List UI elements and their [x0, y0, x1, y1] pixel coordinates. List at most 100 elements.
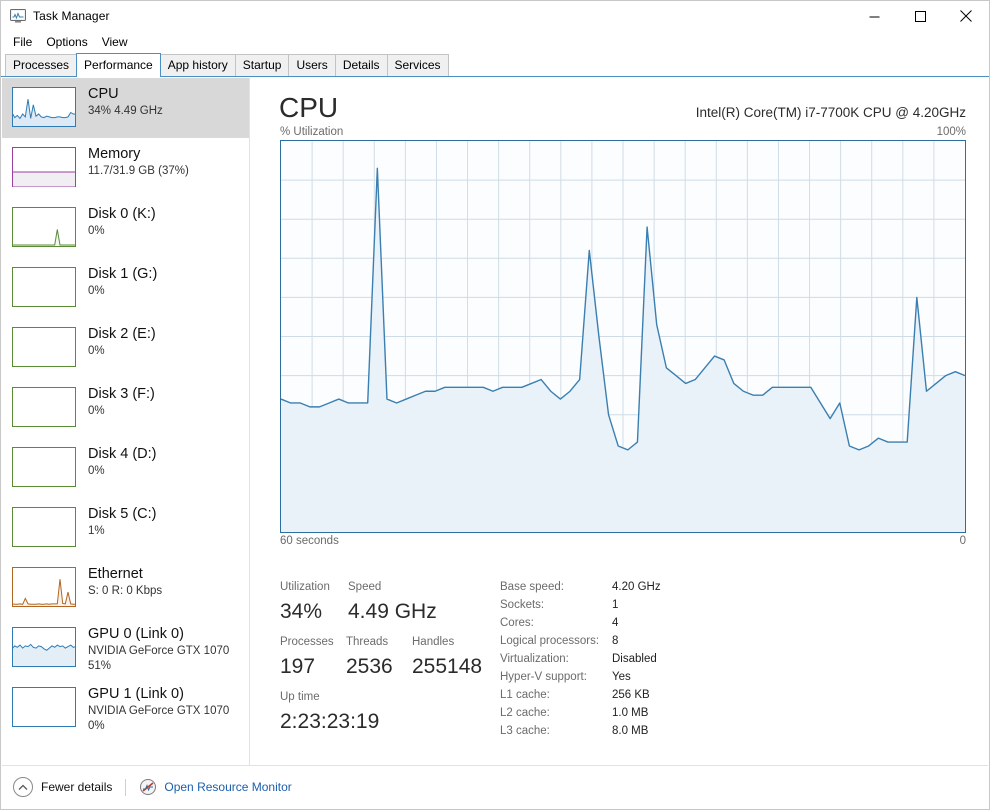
- sidebar-item-text-cpu: CPU 34% 4.49 GHz: [88, 84, 163, 119]
- spec-label: Hyper-V support:: [500, 671, 587, 683]
- sidebar-item-text-memory: Memory 11.7/31.9 GB (37%): [88, 144, 189, 179]
- spec-label: Sockets:: [500, 599, 545, 611]
- processes-label: Processes: [280, 636, 334, 648]
- handles-counter: Handles 255148: [412, 633, 492, 681]
- sidebar-item-memory[interactable]: Memory 11.7/31.9 GB (37%): [2, 138, 249, 198]
- spec-label: L3 cache:: [500, 725, 550, 737]
- menu-bar: File Options View: [1, 31, 989, 53]
- spec-value: 8.0 MB: [612, 725, 649, 737]
- spec-label: L2 cache:: [500, 707, 550, 719]
- sidebar-thumbnail-disk-3: [12, 387, 76, 427]
- sidebar-thumbnail-disk-5: [12, 507, 76, 547]
- sidebar-item-disk-0[interactable]: Disk 0 (K:) 0%: [2, 198, 249, 258]
- sidebar-item-label: Disk 1 (G:): [88, 266, 158, 282]
- threads-label: Threads: [346, 636, 389, 648]
- close-button[interactable]: [943, 1, 989, 31]
- tab-services[interactable]: Services: [386, 54, 449, 76]
- sidebar-item-text-disk-4: Disk 4 (D:) 0%: [88, 444, 156, 479]
- chevron-up-icon: [13, 777, 33, 797]
- sidebar-item-label: Disk 0 (K:): [88, 206, 156, 222]
- sidebar-item-disk-5[interactable]: Disk 5 (C:) 1%: [2, 498, 249, 558]
- threads-counter: Threads 2536: [346, 633, 412, 681]
- speed-value: 4.49 GHz: [348, 600, 437, 623]
- menu-item-options[interactable]: Options: [41, 33, 96, 51]
- sidebar-item-sublabel: 0%: [88, 465, 105, 477]
- menu-item-file[interactable]: File: [8, 33, 41, 51]
- performance-detail-panel: CPU Intel(R) Core(TM) i7-7700K CPU @ 4.2…: [251, 78, 988, 765]
- sidebar-item-sublabel: 0%: [88, 225, 105, 237]
- tab-processes[interactable]: Processes: [5, 54, 78, 76]
- sidebar-thumbnail-ethernet: [12, 567, 76, 607]
- handles-label: Handles: [412, 636, 455, 648]
- sidebar-item-text-gpu-1: GPU 1 (Link 0) NVIDIA GeForce GTX 1070 0%: [88, 684, 229, 734]
- sidebar-item-sublabel: 0%: [88, 405, 105, 417]
- sidebar-item-label: CPU: [88, 86, 119, 102]
- window-controls: [851, 1, 989, 31]
- sidebar-item-text-disk-2: Disk 2 (E:) 0%: [88, 324, 156, 359]
- task-manager-window: Task Manager File Options View Processes…: [0, 0, 990, 810]
- utilization-counter: Utilization 34%: [280, 578, 348, 626]
- sidebar-thumbnail-disk-2: [12, 327, 76, 367]
- sidebar-item-gpu-0[interactable]: GPU 0 (Link 0) NVIDIA GeForce GTX 1070 51%: [2, 618, 249, 678]
- processes-counter: Processes 197: [280, 633, 346, 681]
- fewer-details-button[interactable]: Fewer details: [13, 777, 112, 797]
- sidebar-thumbnail-gpu-0: [12, 627, 76, 667]
- sidebar-item-label: Disk 3 (F:): [88, 386, 155, 402]
- tab-app-history[interactable]: App history: [159, 54, 236, 76]
- sidebar-item-disk-1[interactable]: Disk 1 (G:) 0%: [2, 258, 249, 318]
- threads-value: 2536: [346, 655, 393, 678]
- spec-value: 4: [612, 617, 619, 629]
- spec-label: Cores:: [500, 617, 534, 629]
- sidebar-item-sublabel: NVIDIA GeForce GTX 1070: [88, 705, 230, 717]
- sidebar-item-sublabel-2: 51%: [88, 660, 112, 672]
- counter-row-3: Up time 2:23:23:19: [280, 688, 495, 736]
- cpu-utilization-chart: [281, 141, 965, 532]
- title-bar: Task Manager: [1, 1, 989, 31]
- cpu-specs-list: Base speed: 4.20 GHz Sockets: 1 Cores: 4 Logic…: [500, 578, 661, 740]
- sidebar-item-label: Memory: [88, 146, 141, 162]
- open-resource-monitor-link[interactable]: Open Resource Monitor: [139, 778, 292, 796]
- tab-startup[interactable]: Startup: [234, 54, 290, 76]
- tab-users[interactable]: Users: [288, 54, 336, 76]
- counter-spacer: [280, 626, 495, 633]
- sidebar-item-sublabel: 11.7/31.9 GB (37%): [88, 165, 189, 177]
- maximize-button[interactable]: [897, 1, 943, 31]
- page-title: CPU: [279, 92, 339, 123]
- sidebar-thumbnail-disk-0: [12, 207, 76, 247]
- graph-top-labels: % Utilization 100%: [251, 126, 988, 140]
- sidebar-item-text-disk-5: Disk 5 (C:) 1%: [88, 504, 156, 539]
- cpu-utilization-graph: [280, 140, 966, 533]
- sidebar-item-sublabel: 0%: [88, 285, 105, 297]
- sidebar-item-text-ethernet: Ethernet S: 0 R: 0 Kbps: [88, 564, 162, 599]
- sidebar-item-ethernet[interactable]: Ethernet S: 0 R: 0 Kbps: [2, 558, 249, 618]
- menu-item-view[interactable]: View: [97, 33, 137, 51]
- resource-sidebar[interactable]: CPU 34% 4.49 GHz Memory 11.7/31.9 GB (37%) D…: [2, 78, 250, 765]
- handles-value: 255148: [412, 655, 483, 678]
- sidebar-thumbnail-disk-1: [12, 267, 76, 307]
- status-divider: [125, 778, 127, 796]
- panel-header: CPU Intel(R) Core(TM) i7-7700K CPU @ 4.2…: [251, 78, 988, 126]
- sidebar-item-gpu-1[interactable]: GPU 1 (Link 0) NVIDIA GeForce GTX 1070 0%: [2, 678, 249, 738]
- sidebar-item-label: Disk 5 (C:): [88, 506, 157, 522]
- sidebar-item-disk-2[interactable]: Disk 2 (E:) 0%: [2, 318, 249, 378]
- spec-value: 256 KB: [612, 689, 650, 701]
- minimize-button[interactable]: [851, 1, 897, 31]
- utilization-label: Utilization: [280, 581, 330, 593]
- sidebar-item-disk-3[interactable]: Disk 3 (F:) 0%: [2, 378, 249, 438]
- processes-value: 197: [280, 655, 316, 678]
- window-title: Task Manager: [33, 9, 110, 23]
- spec-label: Base speed:: [500, 581, 564, 593]
- spec-value: Yes: [612, 671, 631, 683]
- sidebar-item-label: Disk 2 (E:): [88, 326, 156, 342]
- counter-spacer-2: [280, 681, 495, 688]
- sidebar-item-disk-4[interactable]: Disk 4 (D:) 0%: [2, 438, 249, 498]
- sidebar-item-cpu[interactable]: CPU 34% 4.49 GHz: [2, 78, 249, 138]
- resource-monitor-icon: [139, 778, 157, 796]
- sidebar-item-sublabel: 1%: [88, 525, 105, 537]
- tab-performance[interactable]: Performance: [76, 53, 161, 77]
- spec-label: Logical processors:: [500, 635, 600, 647]
- sidebar-item-text-gpu-0: GPU 0 (Link 0) NVIDIA GeForce GTX 1070 51%: [88, 624, 229, 674]
- sidebar-thumbnail-disk-4: [12, 447, 76, 487]
- tab-details[interactable]: Details: [334, 54, 388, 76]
- counter-row-1: Utilization 34% Speed 4.49 GHz: [280, 578, 495, 626]
